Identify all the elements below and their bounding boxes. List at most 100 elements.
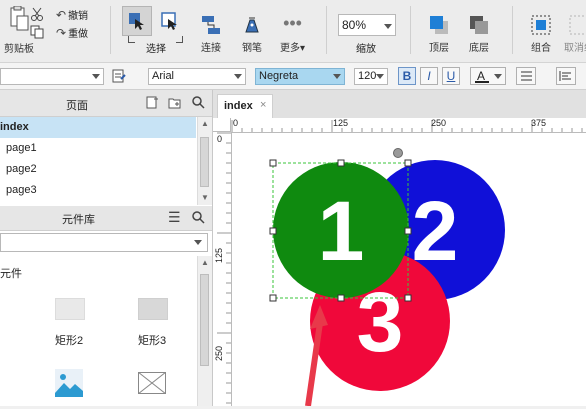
font-size-value: 120 <box>358 70 377 82</box>
page-item-index[interactable]: index <box>0 117 196 138</box>
text-color-button[interactable]: A <box>470 67 506 85</box>
connect-button[interactable]: 连接 <box>200 14 222 54</box>
redo-icon: ↷ <box>56 25 67 40</box>
placeholder-icon[interactable] <box>137 371 167 397</box>
ruler-label: 125 <box>214 248 224 264</box>
underline-button[interactable]: U <box>442 67 460 85</box>
ruler-label: 250 <box>431 118 447 128</box>
font-style-value: Negreta <box>259 70 299 82</box>
undo-button[interactable]: ↶ 撤销 <box>56 7 88 23</box>
design-canvas[interactable]: 2 3 1 <box>232 133 586 406</box>
more-label: 更多▾ <box>280 43 306 54</box>
add-page-icon[interactable] <box>146 96 159 112</box>
corner-mark <box>128 36 135 43</box>
svg-text:1: 1 <box>318 184 365 278</box>
resize-handle <box>404 227 412 235</box>
ruler-label: 250 <box>214 346 224 362</box>
vertical-ruler[interactable]: 0 125 250 <box>213 132 232 406</box>
scrollbar-thumb[interactable] <box>200 274 209 366</box>
search-icon[interactable] <box>192 96 205 112</box>
format-toolbar: Arial Negreta 120 B I U A <box>0 63 586 90</box>
add-folder-icon[interactable] <box>168 96 182 112</box>
library-panel: 元件库 ☰ 元件 矩形2 矩形3 ▲ <box>0 206 213 406</box>
paste-label: 剪贴板 <box>4 44 34 55</box>
resize-handle <box>404 294 412 302</box>
align-left-button[interactable] <box>556 67 576 85</box>
redo-button[interactable]: ↷ 重做 <box>56 25 88 41</box>
search-icon[interactable] <box>192 211 205 227</box>
font-style-select[interactable]: Negreta <box>255 68 345 85</box>
pages-panel-header: 页面 <box>0 90 212 117</box>
select-tool-button[interactable]: 选择 <box>122 6 184 55</box>
bold-button[interactable]: B <box>398 67 416 85</box>
rect2-widget-thumb[interactable] <box>55 298 85 320</box>
toolbar-divider <box>110 6 111 54</box>
style-select[interactable] <box>0 68 104 85</box>
chevron-down-icon <box>384 24 392 29</box>
clipboard-icon <box>8 5 30 31</box>
ungroup-icon <box>568 14 586 36</box>
zoom-select[interactable]: 80% <box>338 14 396 36</box>
font-size-select[interactable]: 120 <box>354 68 388 85</box>
pen-icon <box>241 14 263 36</box>
ruler-corner <box>213 118 231 132</box>
ruler-label: 0 <box>217 134 223 144</box>
toolbar-divider <box>410 6 411 54</box>
pen-button[interactable]: 钢笔 <box>241 14 263 54</box>
pages-scrollbar[interactable]: ▲ ▼ <box>197 117 212 205</box>
chevron-down-icon <box>494 74 502 79</box>
group-icon <box>530 14 552 36</box>
library-select[interactable] <box>0 233 208 252</box>
scroll-up-icon[interactable]: ▲ <box>201 119 209 128</box>
close-icon[interactable]: × <box>260 99 266 111</box>
scrollbar-thumb[interactable] <box>200 137 209 187</box>
rect3-widget-thumb[interactable] <box>138 298 168 320</box>
copy-icon[interactable] <box>30 25 44 42</box>
bring-front-icon <box>428 14 450 36</box>
scroll-up-icon[interactable]: ▲ <box>201 258 209 267</box>
rect2-widget-label: 矩形2 <box>55 335 84 347</box>
font-family-select[interactable]: Arial <box>148 68 246 85</box>
resize-handle <box>404 159 412 167</box>
library-scrollbar[interactable]: ▲ <box>197 256 212 406</box>
ruler-label: 125 <box>333 118 349 128</box>
rotate-handle <box>393 148 403 158</box>
pages-panel-title: 页面 <box>66 100 88 112</box>
tab-label: index <box>224 100 253 112</box>
select-intersect-icon <box>127 11 147 34</box>
bring-to-front-button[interactable]: 顶层 <box>428 14 450 54</box>
document-tabbar: index × <box>213 90 586 119</box>
more-dots-icon: ••• <box>283 13 302 33</box>
group-button[interactable]: 组合 <box>530 14 552 54</box>
list-icon <box>521 71 532 81</box>
chevron-down-icon <box>376 74 384 79</box>
library-section-label: 元件 <box>0 268 22 280</box>
page-item-page1[interactable]: page1 <box>0 138 196 159</box>
style-editor-icon[interactable] <box>112 69 126 86</box>
bullet-list-button[interactable] <box>516 67 536 85</box>
corner-mark <box>176 36 183 43</box>
resize-handle <box>337 294 345 302</box>
ruler-ticks <box>217 132 231 404</box>
ungroup-label: 取消组 <box>564 43 586 54</box>
image-icon[interactable] <box>55 369 83 400</box>
scroll-down-icon[interactable]: ▼ <box>201 193 209 202</box>
resize-handle <box>337 159 345 167</box>
horizontal-ruler[interactable]: 0 125 250 375 <box>231 118 586 133</box>
cut-icon[interactable] <box>30 7 44 24</box>
circle-shape-1[interactable]: 1 <box>273 162 409 298</box>
page-item-page3[interactable]: page3 <box>0 180 196 201</box>
ruler-label: 0 <box>233 118 239 128</box>
send-to-back-button[interactable]: 底层 <box>468 14 490 54</box>
tab-index[interactable]: index × <box>217 94 273 118</box>
ungroup-button[interactable]: 取消组 <box>564 14 586 54</box>
italic-button[interactable]: I <box>420 67 438 85</box>
more-button[interactable]: ••• 更多▾ <box>280 14 305 54</box>
page-item-page2[interactable]: page2 <box>0 159 196 180</box>
select-contain-icon <box>160 11 180 34</box>
pages-panel: 页面 index page1 page2 page3 ▲ ▼ <box>0 90 213 206</box>
library-panel-header: 元件库 ☰ <box>0 206 212 231</box>
chevron-down-icon <box>194 240 202 245</box>
menu-icon[interactable]: ☰ <box>168 210 181 224</box>
zoom-label: 缩放 <box>356 44 376 55</box>
